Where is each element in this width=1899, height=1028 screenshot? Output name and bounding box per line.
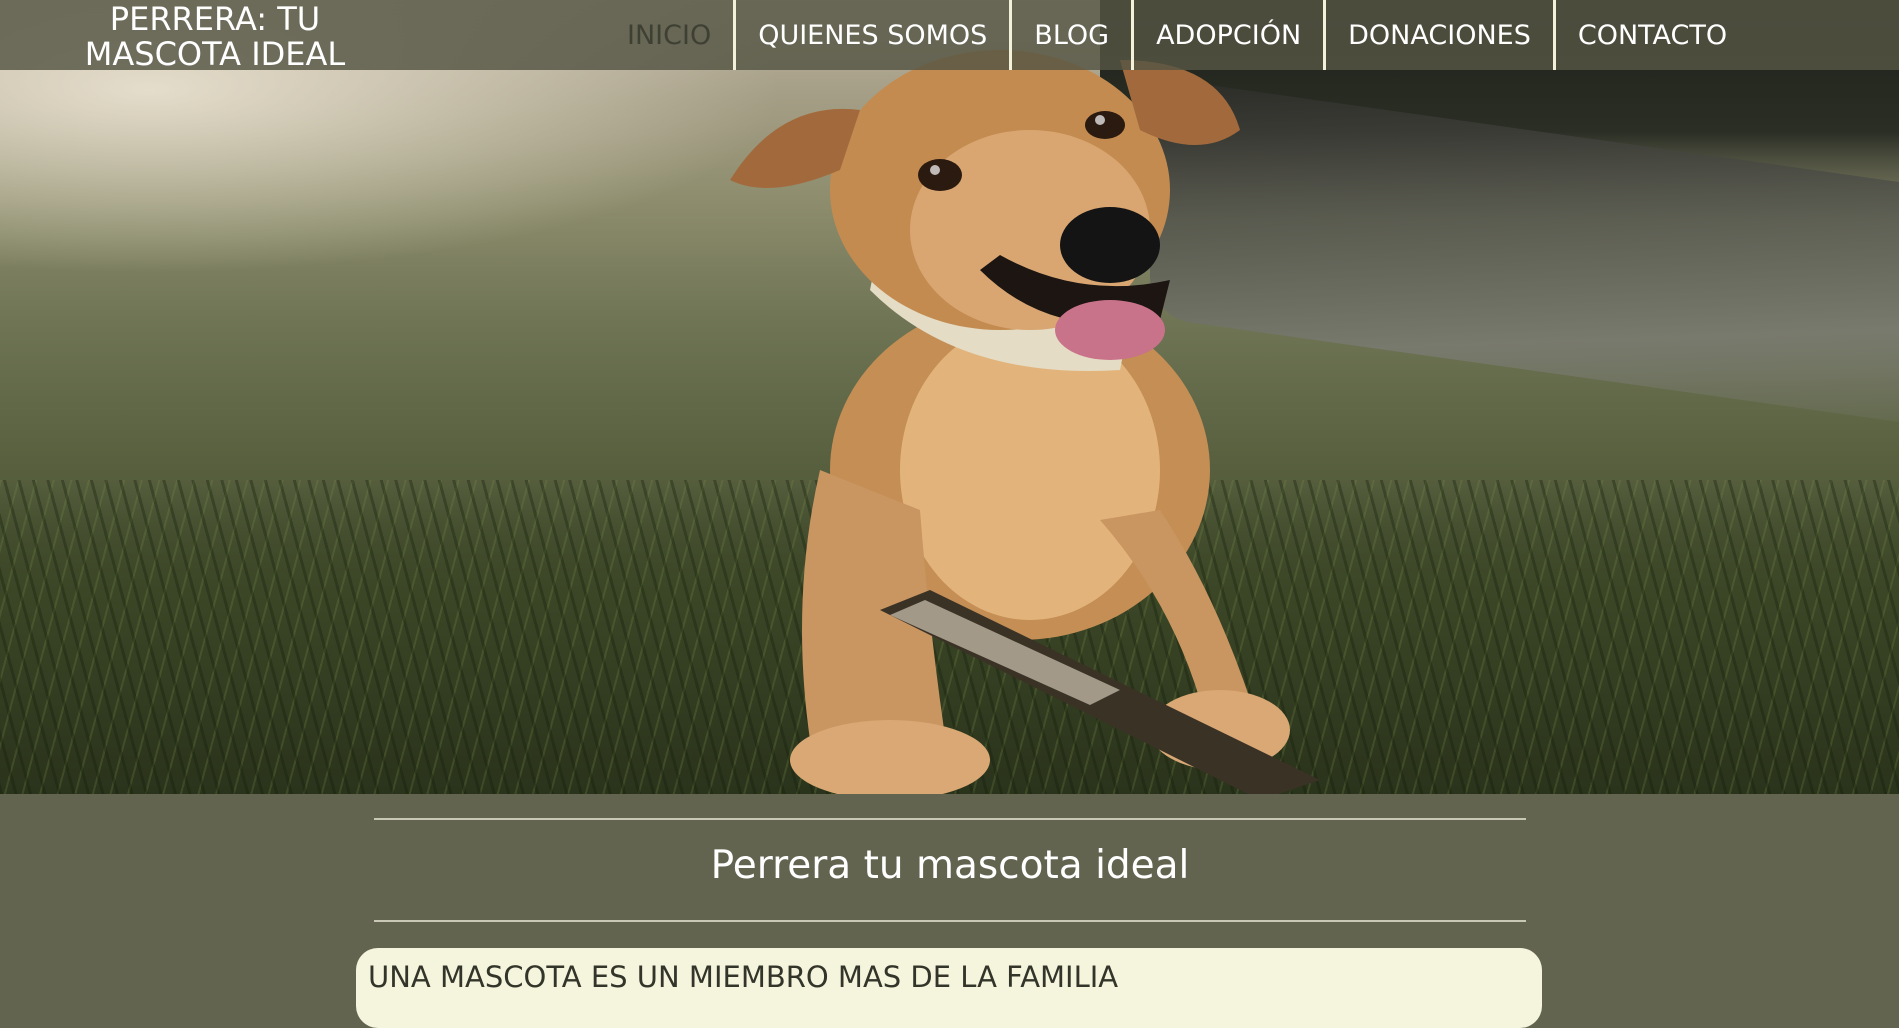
main-nav: INICIO QUIENES SOMOS BLOG ADOPCIÓN DONAC… — [605, 0, 1749, 70]
divider-bottom — [374, 920, 1526, 922]
nav-item-adopcion[interactable]: ADOPCIÓN — [1131, 0, 1323, 70]
content-card: UNA MASCOTA ES UN MIEMBRO MAS DE LA FAMI… — [356, 948, 1542, 1028]
brand-line-1: PERRERA: TU — [109, 0, 321, 38]
hero-image — [0, 0, 1899, 794]
brand-line-2: MASCOTA IDEAL — [84, 35, 346, 73]
nav-item-donaciones[interactable]: DONACIONES — [1323, 0, 1553, 70]
site-logo-text[interactable]: PERRERA: TU MASCOTA IDEAL — [40, 2, 390, 72]
divider-top — [374, 818, 1526, 820]
nav-item-contacto[interactable]: CONTACTO — [1552, 0, 1749, 70]
section-title: Perrera tu mascota ideal — [710, 843, 1190, 888]
nav-item-blog[interactable]: BLOG — [1009, 0, 1131, 70]
dog-illustration — [730, 50, 1320, 794]
top-navbar: PERRERA: TU MASCOTA IDEAL INICIO QUIENES… — [0, 0, 1899, 72]
nav-item-quienes-somos[interactable]: QUIENES SOMOS — [733, 0, 1009, 70]
card-heading: UNA MASCOTA ES UN MIEMBRO MAS DE LA FAMI… — [368, 960, 1119, 994]
nav-item-inicio[interactable]: INICIO — [605, 0, 733, 70]
